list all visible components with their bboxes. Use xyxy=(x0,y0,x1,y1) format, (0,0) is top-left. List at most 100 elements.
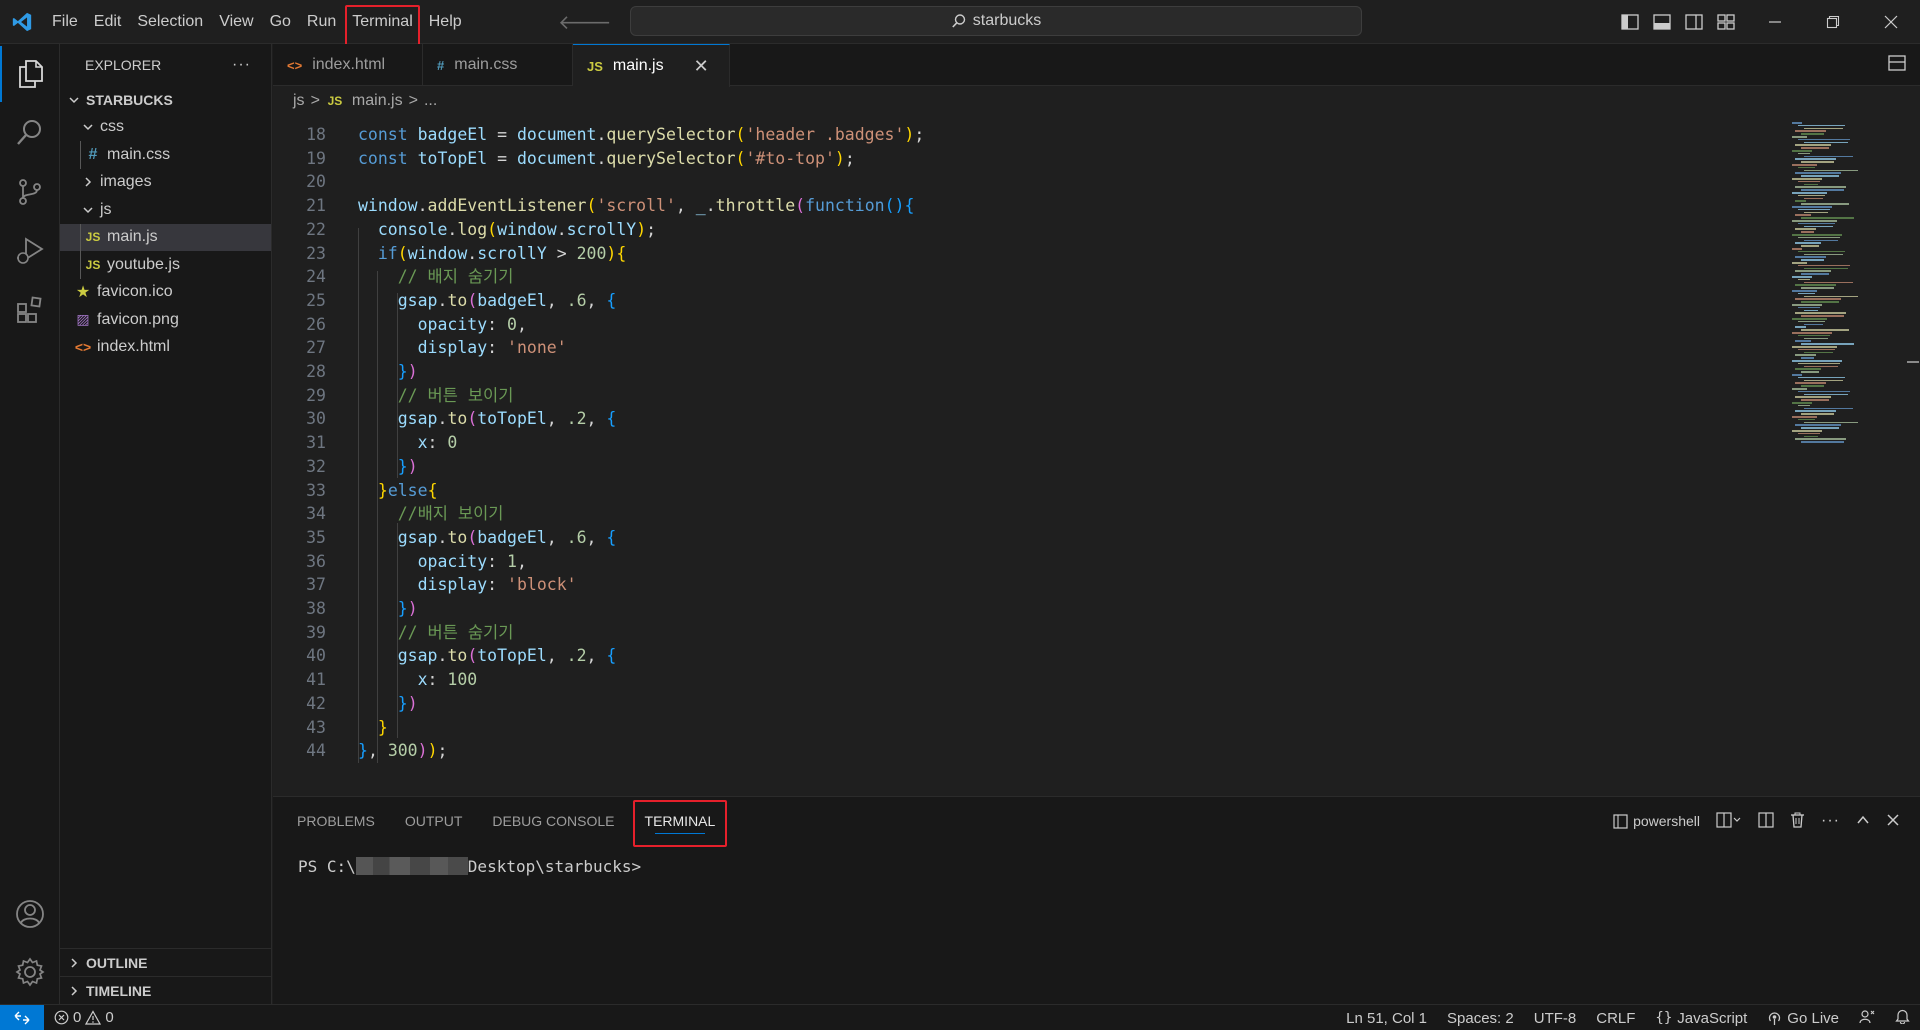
menu-selection[interactable]: Selection xyxy=(129,0,211,44)
minimap-line xyxy=(1798,334,1830,337)
breadcrumb-file[interactable]: main.js xyxy=(352,92,403,110)
extensions-icon[interactable] xyxy=(0,282,60,338)
tree-folder-js[interactable]: js xyxy=(60,196,271,224)
source-control-icon[interactable] xyxy=(0,164,60,220)
css-file-icon: # xyxy=(88,145,98,163)
end-of-line[interactable]: CRLF xyxy=(1596,1010,1635,1027)
code-text: // 버튼 숨기기 xyxy=(358,621,514,645)
tree-file[interactable]: ★ favicon.ico xyxy=(60,279,271,307)
editor-area: <> index.html # main.css JS main.js ✕ js > JS … xyxy=(273,44,1920,796)
code-editor[interactable]: 18 const badgeEl = document.querySelector… xyxy=(273,123,1773,763)
close-window-icon[interactable] xyxy=(1862,0,1920,44)
encoding[interactable]: UTF-8 xyxy=(1534,1010,1577,1027)
line-number: 41 xyxy=(306,670,326,690)
vscode-logo-icon xyxy=(0,0,44,44)
breadcrumb-symbol[interactable]: ... xyxy=(424,92,437,110)
run-and-debug-icon[interactable] xyxy=(0,222,60,278)
tab-main-js[interactable]: JS main.js ✕ xyxy=(573,44,730,87)
tab-main-css[interactable]: # main.css xyxy=(423,44,573,86)
menu-run[interactable]: Run xyxy=(299,0,344,44)
more-actions-icon[interactable]: ··· xyxy=(1821,812,1840,830)
minimap[interactable] xyxy=(1788,116,1908,456)
split-terminal-icon[interactable] xyxy=(1716,811,1742,831)
tree-folder-css[interactable]: css xyxy=(60,114,271,142)
panel-tab-terminal[interactable]: TERMINAL xyxy=(632,797,728,847)
code-token: badgeEl xyxy=(477,290,547,310)
restore-icon[interactable] xyxy=(1804,0,1862,44)
indentation[interactable]: Spaces: 2 xyxy=(1447,1010,1514,1027)
html-file-icon: <> xyxy=(74,339,92,356)
code-token: . xyxy=(556,219,567,239)
tree-file[interactable]: # main.css xyxy=(60,141,271,169)
code-line: 33 }else{ xyxy=(273,479,1773,503)
language-mode[interactable]: {} JavaScript xyxy=(1655,1010,1747,1027)
breadcrumb-folder[interactable]: js xyxy=(293,92,305,110)
panel-tab-problems[interactable]: PROBLEMS xyxy=(297,797,375,845)
terminal-output[interactable]: PS C:\ Desktop\starbucks> xyxy=(273,845,1920,876)
feedback-icon[interactable] xyxy=(1859,1009,1875,1028)
tree-file[interactable]: <> index.html xyxy=(60,334,271,362)
close-tab-icon[interactable]: ✕ xyxy=(694,56,709,77)
tree-item-label: js xyxy=(100,200,112,218)
outline-section[interactable]: OUTLINE xyxy=(60,948,272,976)
menu-go[interactable]: Go xyxy=(262,0,299,44)
panel-actions: powershell ··· xyxy=(1613,797,1900,845)
tree-file[interactable]: ▨ favicon.png xyxy=(60,306,271,334)
panel-tab-debug-console[interactable]: DEBUG CONSOLE xyxy=(492,797,614,845)
minimap-line xyxy=(1804,267,1848,270)
back-arrow-icon[interactable]: 🡐 xyxy=(558,10,612,35)
tab-index-html[interactable]: <> index.html xyxy=(273,44,423,86)
code-token: { xyxy=(427,480,438,500)
line-number: 24 xyxy=(306,267,326,287)
close-panel-icon[interactable] xyxy=(1886,813,1900,830)
code-line: 35 gsap.to(badgeEl, .6, { xyxy=(273,526,1773,550)
manage-gear-icon[interactable] xyxy=(0,944,60,1000)
split-editor-icon[interactable] xyxy=(1888,54,1906,76)
menu-file[interactable]: File xyxy=(44,0,86,44)
notifications-bell-icon[interactable] xyxy=(1895,1008,1910,1028)
status-problems[interactable]: 0 0 xyxy=(54,1009,114,1026)
minimap-line xyxy=(1798,250,1845,253)
editor-scrollbar[interactable] xyxy=(1905,116,1919,756)
tree-root-starbucks[interactable]: STARBUCKS xyxy=(60,86,271,114)
timeline-section[interactable]: TIMELINE xyxy=(60,976,272,1004)
explorer-icon[interactable] xyxy=(0,46,60,102)
cursor-position[interactable]: Ln 51, Col 1 xyxy=(1346,1010,1427,1027)
menu-view[interactable]: View xyxy=(211,0,261,44)
go-live-button[interactable]: Go Live xyxy=(1767,1010,1839,1027)
minimap-line xyxy=(1795,396,1831,398)
code-line: 41 x: 100 xyxy=(273,668,1773,692)
maximize-panel-chevron-up-icon[interactable] xyxy=(1856,813,1870,830)
minimap-line xyxy=(1792,262,1807,264)
toggle-primary-sidebar-icon[interactable] xyxy=(1620,12,1640,32)
toggle-secondary-sidebar-icon[interactable] xyxy=(1684,12,1704,32)
code-text: opacity: 0, xyxy=(358,313,527,337)
explorer-more-actions-icon[interactable]: ··· xyxy=(232,56,251,74)
minimap-line xyxy=(1798,236,1840,239)
tree-folder-images[interactable]: images xyxy=(60,169,271,197)
code-token: = xyxy=(487,148,517,168)
search-activity-icon[interactable] xyxy=(0,104,60,160)
menu-help[interactable]: Help xyxy=(421,0,470,44)
command-center-search[interactable]: starbucks xyxy=(630,6,1362,36)
remote-window-icon[interactable] xyxy=(0,1004,44,1030)
customize-layout-icon[interactable] xyxy=(1716,12,1736,32)
tree-file[interactable]: JS youtube.js xyxy=(60,251,271,279)
split-panel-icon[interactable] xyxy=(1758,811,1774,831)
tree-file[interactable]: JS main.js xyxy=(60,223,271,251)
code-token: //배지 보이기 xyxy=(397,504,504,524)
toggle-panel-icon[interactable] xyxy=(1652,12,1672,32)
terminal-shell-selector[interactable]: powershell xyxy=(1613,813,1700,829)
kill-terminal-trash-icon[interactable] xyxy=(1790,812,1805,831)
minimize-icon[interactable] xyxy=(1746,0,1804,44)
menu-edit[interactable]: Edit xyxy=(86,0,130,44)
js-file-icon: JS xyxy=(85,230,101,245)
minimap-line xyxy=(1798,124,1845,127)
code-line: 31 x: 0 xyxy=(273,431,1773,455)
code-token: ) xyxy=(407,456,418,476)
code-text: window.addEventListener('scroll', _.thro… xyxy=(358,194,914,218)
accounts-icon[interactable] xyxy=(0,886,60,942)
menu-terminal[interactable]: Terminal xyxy=(344,0,421,48)
panel-tab-output[interactable]: OUTPUT xyxy=(405,797,463,845)
